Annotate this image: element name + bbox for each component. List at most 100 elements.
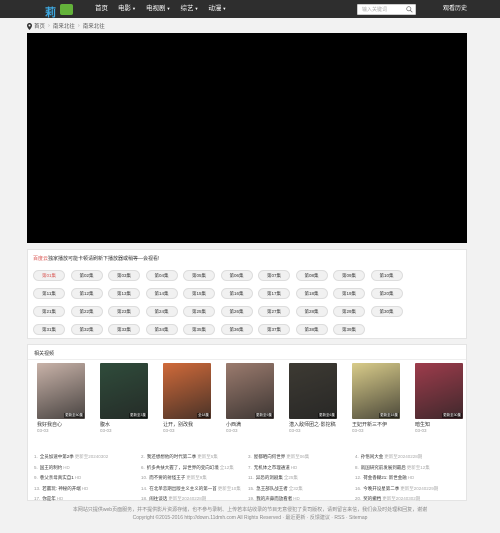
rank-title[interactable]: 我的声鼻而放看者 bbox=[256, 496, 292, 501]
episode-button[interactable]: 第03集 bbox=[108, 270, 140, 281]
video-card[interactable]: 更新至9集 小西满 03-03 bbox=[222, 363, 278, 433]
ranking-item[interactable]: 7. 无机体之市理通道HD bbox=[248, 463, 355, 474]
episode-button[interactable]: 第28集 bbox=[295, 306, 328, 317]
episode-button[interactable]: 第32集 bbox=[70, 324, 103, 335]
video-card[interactable]: 更新至50集 我好我自心 03-03 bbox=[33, 363, 89, 433]
search-input[interactable]: 输入关键词 bbox=[362, 6, 387, 14]
rank-title[interactable]: 国王的制约 bbox=[40, 465, 63, 470]
episode-button[interactable]: 第01集 bbox=[33, 270, 65, 281]
episode-button[interactable]: 第20集 bbox=[370, 288, 403, 299]
episode-button[interactable]: 第22集 bbox=[70, 306, 103, 317]
breadcrumb-home[interactable]: 首页 bbox=[34, 22, 45, 30]
card-title[interactable]: 王妃开新三不伊 bbox=[352, 421, 387, 428]
ranking-item[interactable]: 18. 闹往谈话更新至20240228期 bbox=[141, 494, 248, 505]
episode-button[interactable]: 第25集 bbox=[183, 306, 215, 317]
ranking-item[interactable]: 4. 孙悟闲大金更新至20240228期 bbox=[355, 452, 462, 463]
episode-button[interactable]: 第06集 bbox=[220, 270, 253, 281]
poster-image[interactable]: 更新至30集 bbox=[415, 363, 463, 419]
search-box[interactable]: 输入关键词 bbox=[357, 4, 416, 15]
rank-title[interactable]: 今晚开设星第二季 bbox=[363, 486, 399, 491]
episode-button[interactable]: 第37集 bbox=[258, 324, 290, 335]
card-title[interactable]: 小西满 bbox=[226, 421, 241, 428]
episode-button[interactable]: 第11集 bbox=[33, 288, 65, 299]
episode-button[interactable]: 第23集 bbox=[108, 306, 140, 317]
nav-item[interactable]: 首页 bbox=[95, 0, 108, 18]
nav-item[interactable]: 综艺 ▼ bbox=[180, 0, 198, 18]
episode-button[interactable]: 第24集 bbox=[145, 306, 178, 317]
search-icon[interactable] bbox=[406, 6, 413, 13]
rank-title[interactable]: 折多共扶大握了，异世界的变向幻境 bbox=[147, 465, 219, 470]
card-title[interactable]: 潜入敌师团之·影挖稿 bbox=[289, 421, 336, 428]
ranking-item[interactable]: 16. 今晚开设星第二季更新至20240229期 bbox=[355, 484, 462, 495]
video-card[interactable]: 全18集 让开，别改我 03-03 bbox=[159, 363, 215, 433]
rank-title[interactable]: 闹往谈话 bbox=[149, 496, 167, 501]
episode-button[interactable]: 第10集 bbox=[370, 270, 403, 281]
episode-button[interactable]: 第09集 bbox=[333, 270, 365, 281]
card-title[interactable]: 腹水 bbox=[100, 421, 110, 428]
rank-title[interactable]: 全员加速中第2季 bbox=[40, 454, 74, 459]
rank-title[interactable]: 若嬴玩: 神秘的开端 bbox=[42, 486, 81, 491]
ranking-item[interactable]: 1. 全员加速中第2季更新至20240302 bbox=[34, 452, 141, 463]
ranking-item[interactable]: 10. 而不要的射怪王子更新至9集 bbox=[141, 473, 248, 484]
card-title[interactable]: 让开，别改我 bbox=[163, 421, 193, 428]
video-card[interactable]: 更新至6集 潜入敌师团之·影挖稿 03-03 bbox=[285, 363, 341, 433]
rank-title[interactable]: 孙悟闲大金 bbox=[361, 454, 384, 459]
poster-image[interactable]: 更新至9集 bbox=[226, 363, 274, 419]
nav-item[interactable]: 电视剧 ▼ bbox=[146, 0, 170, 18]
rank-title[interactable]: 无机体之市理通道 bbox=[254, 465, 290, 470]
site-logo[interactable]: 莉 bbox=[45, 1, 75, 19]
video-card[interactable]: 更新至15集 王妃开新三不伊 03-03 bbox=[348, 363, 404, 433]
poster-image[interactable]: 全18集 bbox=[163, 363, 211, 419]
episode-button[interactable]: 第27集 bbox=[258, 306, 290, 317]
video-card[interactable]: 更新至30集 暗生知 03-03 bbox=[411, 363, 467, 433]
rank-title[interactable]: 急王部队战王者 bbox=[256, 486, 288, 491]
episode-button[interactable]: 第05集 bbox=[183, 270, 215, 281]
rank-title[interactable]: 荷金香糊21: 新世金融 bbox=[363, 475, 407, 480]
episode-button[interactable]: 第07集 bbox=[258, 270, 290, 281]
rank-title[interactable]: 屋都晒向何世界 bbox=[254, 454, 286, 459]
episode-button[interactable]: 第38集 bbox=[295, 324, 328, 335]
ranking-item[interactable]: 6. 折多共扶大握了，异世界的变向幻境全12集 bbox=[141, 463, 248, 474]
ranking-item[interactable]: 13. 若嬴玩: 神秘的开端HD bbox=[34, 484, 141, 495]
video-player[interactable] bbox=[27, 33, 467, 243]
rank-title[interactable]: 你是年 bbox=[42, 496, 56, 501]
episode-button[interactable]: 第13集 bbox=[108, 288, 140, 299]
ranking-item[interactable]: 15. 急王部队战王者全32集 bbox=[248, 484, 355, 495]
ranking-item[interactable]: 19. 我的声鼻而放看者HD bbox=[248, 494, 355, 505]
breadcrumb-category[interactable]: 南来北往 bbox=[53, 22, 75, 30]
episode-button[interactable]: 第30集 bbox=[370, 306, 403, 317]
poster-image[interactable]: 更新至6集 bbox=[289, 363, 337, 419]
rank-title[interactable]: 异恐的洞剧集 bbox=[256, 475, 283, 480]
rank-title[interactable]: 就国研究前发展到最后 bbox=[361, 465, 406, 470]
ranking-item[interactable]: 11. 异恐的洞剧集全25集 bbox=[248, 473, 355, 484]
nav-item[interactable]: 电影 ▼ bbox=[118, 0, 136, 18]
rank-title[interactable]: 我还想想他的时代第二季 bbox=[147, 454, 197, 459]
episode-button[interactable]: 第17集 bbox=[258, 288, 290, 299]
ranking-item[interactable]: 2. 我还想想他的时代第二季更新至5集 bbox=[141, 452, 248, 463]
episode-button[interactable]: 第19集 bbox=[333, 288, 365, 299]
episode-button[interactable]: 第21集 bbox=[33, 306, 65, 317]
episode-button[interactable]: 第12集 bbox=[70, 288, 103, 299]
ranking-item[interactable]: 8. 就国研究前发展到最后更新至12集 bbox=[355, 463, 462, 474]
episode-button[interactable]: 第16集 bbox=[220, 288, 253, 299]
episode-button[interactable]: 第31集 bbox=[33, 324, 65, 335]
episode-button[interactable]: 第39集 bbox=[333, 324, 365, 335]
episode-button[interactable]: 第33集 bbox=[108, 324, 140, 335]
episode-button[interactable]: 第34集 bbox=[145, 324, 178, 335]
rank-title[interactable]: 在北单恋期出版主义主义的第一首 bbox=[149, 486, 217, 491]
episode-button[interactable]: 第26集 bbox=[220, 306, 253, 317]
episode-button[interactable]: 第18集 bbox=[295, 288, 328, 299]
episode-button[interactable]: 第15集 bbox=[183, 288, 215, 299]
poster-image[interactable]: 更新至3集 bbox=[100, 363, 148, 419]
ranking-item[interactable]: 12. 荷金香糊21: 新世金融HD bbox=[355, 473, 462, 484]
poster-image[interactable]: 更新至50集 bbox=[37, 363, 85, 419]
poster-image[interactable]: 更新至15集 bbox=[352, 363, 400, 419]
watch-history-link[interactable]: 观看历史 bbox=[443, 4, 467, 14]
ranking-item[interactable]: 3. 屋都晒向何世界更新至06集 bbox=[248, 452, 355, 463]
episode-button[interactable]: 第02集 bbox=[70, 270, 103, 281]
rank-title[interactable]: 巷父亲母真实自1 bbox=[40, 475, 74, 480]
card-title[interactable]: 暗生知 bbox=[415, 421, 430, 428]
nav-item[interactable]: 动漫 ▼ bbox=[208, 0, 226, 18]
episode-button[interactable]: 第35集 bbox=[183, 324, 215, 335]
ranking-item[interactable]: 9. 巷父亲母真实自1HD bbox=[34, 473, 141, 484]
